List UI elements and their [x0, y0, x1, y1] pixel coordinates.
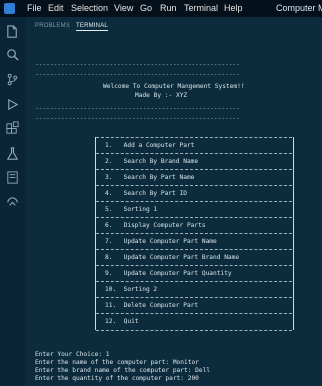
vscode-logo-icon [4, 3, 15, 14]
menu-option-1: 1. Add a Computer Part [105, 142, 195, 149]
rule-fourth: ----------------------------------------… [35, 115, 240, 122]
notebook-icon[interactable] [5, 170, 20, 185]
menu-help[interactable]: Help [224, 3, 243, 13]
run-debug-icon[interactable] [5, 97, 20, 112]
search-icon[interactable] [5, 47, 20, 62]
menu-separator [96, 265, 292, 266]
menu-separator [96, 217, 292, 218]
menu-option-11: 11. Delete Computer Part [105, 302, 199, 309]
testing-icon[interactable] [5, 146, 20, 161]
menu-separator [96, 297, 292, 298]
source-control-icon[interactable] [5, 72, 20, 87]
menu-option-3: 3. Search By Part Name [105, 174, 195, 181]
menu-separator [96, 137, 292, 138]
menu-edit[interactable]: Edit [48, 3, 64, 13]
menu-terminal[interactable]: Terminal [184, 3, 218, 13]
menu-option-10: 10. Sorting 2 [105, 286, 158, 293]
tab-terminal[interactable]: TERMINAL [76, 23, 108, 31]
extensions-icon[interactable] [5, 121, 20, 136]
output-line-brand-name: Enter the brand name of the computer par… [35, 367, 211, 374]
terminal-panel: PROBLEMS TERMINAL ----------------------… [25, 17, 322, 386]
menu-option-2: 2. Search By Brand Name [105, 158, 199, 165]
menu-option-7: 7. Update Computer Part Name [105, 238, 217, 245]
menu-go[interactable]: Go [140, 3, 152, 13]
menu-separator [96, 330, 292, 331]
output-line-choice: Enter Your Choice: 1 [35, 351, 110, 358]
menu-option-4: 4. Search By Part ID [105, 190, 187, 197]
output-line-quantity: Enter the quantity of the computer part:… [35, 375, 199, 382]
menu-separator [96, 153, 292, 154]
rule-top: ----------------------------------------… [35, 61, 240, 68]
menu-separator [96, 233, 292, 234]
window-title: Computer Ma [276, 3, 322, 13]
remote-icon[interactable] [5, 194, 20, 209]
menu-option-5: 5. Sorting 1 [105, 206, 158, 213]
menu-separator [96, 281, 292, 282]
menu-run[interactable]: Run [160, 3, 177, 13]
made-by-text: Made By :- XYZ [135, 92, 188, 99]
rule-third: ----------------------------------------… [35, 105, 240, 112]
menu-selection[interactable]: Selection [71, 3, 108, 13]
terminal-output[interactable]: ----------------------------------------… [25, 37, 322, 386]
menu-option-12: 12. Quit [105, 318, 139, 325]
tab-problems[interactable]: PROBLEMS [35, 23, 70, 29]
menu-option-6: 6. Display Computer Parts [105, 222, 206, 229]
menu-separator [96, 185, 292, 186]
rule-second: ----------------------------------------… [35, 71, 240, 78]
welcome-text: Welcome To Computer Mangement System!! [103, 83, 245, 90]
menu-separator [96, 249, 292, 250]
panel-tabs: PROBLEMS TERMINAL [25, 17, 322, 37]
menu-separator [96, 313, 292, 314]
menu-view[interactable]: View [114, 3, 133, 13]
menu-separator [96, 169, 292, 170]
title-bar: File Edit Selection View Go Run Terminal… [0, 0, 322, 17]
menu-file[interactable]: File [27, 3, 42, 13]
output-line-part-name: Enter the name of the computer part: Mon… [35, 359, 199, 366]
menu-option-8: 8. Update Computer Part Brand Name [105, 254, 240, 261]
menu-option-9: 9. Update Computer Part Quantity [105, 270, 232, 277]
explorer-icon[interactable] [5, 24, 20, 39]
menu-separator [96, 201, 292, 202]
activity-bar [0, 17, 25, 386]
